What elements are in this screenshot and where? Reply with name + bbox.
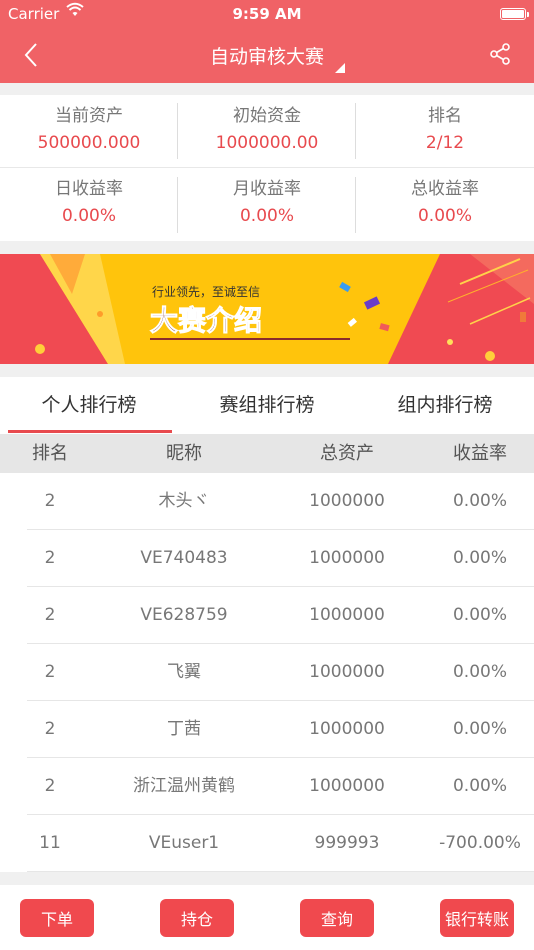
tab-in-group-ranking[interactable]: 组内排行榜 — [356, 377, 534, 434]
divider — [177, 103, 178, 159]
divider — [0, 167, 534, 168]
stat-label: 当前资产 — [55, 106, 123, 126]
stat-label: 排名 — [428, 106, 462, 126]
stat-monthly-return: 月收益率 0.00% — [178, 168, 356, 241]
divider — [355, 103, 356, 159]
cell-nickname: 浙江温州黄鹤 — [133, 776, 235, 796]
cell-nickname: VE740483 — [140, 548, 228, 568]
stat-label: 月收益率 — [233, 179, 301, 199]
cell-return: 0.00% — [452, 776, 507, 796]
banner-heading: 大赛介绍 — [150, 304, 262, 337]
cell-total-assets: 1000000 — [309, 491, 385, 511]
title-dropdown-caret-icon[interactable] — [335, 63, 345, 73]
table-row[interactable]: 2 木头ヾ 1000000 0.00% — [0, 473, 534, 530]
column-header-return: 收益率 — [453, 443, 507, 464]
cell-nickname: VEuser1 — [148, 833, 220, 853]
header: Carrier 9:59 AM 自动审核大赛 — [0, 0, 534, 83]
battery-icon — [500, 8, 529, 20]
banner-graphic: 行业领先，至诚至信 大赛介绍 — [0, 254, 534, 364]
table-row[interactable]: 2 丁茜 1000000 0.00% — [0, 701, 534, 758]
stat-current-assets: 当前资产 500000.000 — [0, 95, 178, 168]
table-row[interactable]: 2 VE628759 1000000 0.00% — [0, 587, 534, 644]
cell-total-assets: 1000000 — [309, 548, 385, 568]
table-row[interactable]: 11 VEuser1 999993 -700.00% — [0, 815, 534, 872]
active-tab-indicator — [8, 430, 172, 433]
cell-rank: 2 — [44, 662, 56, 682]
ranking-tabs: 个人排行榜 赛组排行榜 组内排行榜 — [0, 377, 534, 434]
stat-value: 500000.000 — [37, 133, 141, 153]
tab-group-ranking[interactable]: 赛组排行榜 — [178, 377, 356, 434]
share-icon[interactable] — [488, 42, 512, 66]
cell-rank: 2 — [44, 548, 56, 568]
cell-rank: 11 — [39, 833, 61, 853]
stat-value: 1000000.00 — [215, 133, 319, 153]
stat-value: 2/12 — [425, 133, 465, 153]
table-row[interactable]: 2 飞翼 1000000 0.00% — [0, 644, 534, 701]
stat-ranking: 排名 2/12 — [356, 95, 534, 168]
query-button[interactable]: 查询 — [300, 899, 374, 937]
cell-return: 0.00% — [452, 605, 507, 625]
ranking-table-body: 2 木头ヾ 1000000 0.00% 2 VE740483 1000000 0.00% 2 VE… — [0, 473, 534, 872]
cell-total-assets: 999993 — [314, 833, 380, 853]
bottom-action-bar: 下单 持仓 查询 银行转账 — [0, 885, 534, 950]
status-bar: Carrier 9:59 AM — [0, 0, 534, 28]
cell-rank: 2 — [44, 776, 56, 796]
stat-value: 0.00% — [417, 206, 472, 226]
stat-value: 0.00% — [61, 206, 116, 226]
cell-nickname: 木头ヾ — [158, 491, 210, 511]
stat-value: 0.00% — [239, 206, 294, 226]
cell-return: -700.00% — [439, 833, 521, 853]
account-stats-panel: 当前资产 500000.000 初始资金 1000000.00 排名 2/12 … — [0, 95, 534, 241]
status-time: 9:59 AM — [232, 5, 302, 23]
cell-nickname: VE628759 — [140, 605, 228, 625]
stat-daily-return: 日收益率 0.00% — [0, 168, 178, 241]
bank-transfer-button[interactable]: 银行转账 — [440, 899, 514, 937]
ranking-table-header: 排名 昵称 总资产 收益率 — [0, 434, 534, 473]
cell-rank: 2 — [44, 491, 56, 511]
column-header-nickname: 昵称 — [166, 443, 202, 464]
holdings-button[interactable]: 持仓 — [160, 899, 234, 937]
stat-label: 总收益率 — [411, 179, 479, 199]
divider — [177, 177, 178, 233]
cell-nickname: 飞翼 — [167, 662, 201, 682]
cell-rank: 2 — [44, 605, 56, 625]
stat-initial-funds: 初始资金 1000000.00 — [178, 95, 356, 168]
cell-total-assets: 1000000 — [309, 719, 385, 739]
divider — [355, 177, 356, 233]
table-row[interactable]: 2 浙江温州黄鹤 1000000 0.00% — [0, 758, 534, 815]
column-header-rank: 排名 — [32, 443, 68, 464]
contest-intro-banner[interactable]: 行业领先，至诚至信 大赛介绍 — [0, 254, 534, 364]
cell-return: 0.00% — [452, 719, 507, 739]
page-title[interactable]: 自动审核大赛 — [0, 42, 534, 69]
cell-return: 0.00% — [452, 491, 507, 511]
cell-nickname: 丁茜 — [167, 719, 201, 739]
stat-label: 初始资金 — [233, 106, 301, 126]
banner-tagline: 行业领先，至诚至信 — [152, 285, 260, 299]
table-row[interactable]: 2 VE740483 1000000 0.00% — [0, 530, 534, 587]
cell-return: 0.00% — [452, 548, 507, 568]
place-order-button[interactable]: 下单 — [20, 899, 94, 937]
cell-total-assets: 1000000 — [309, 776, 385, 796]
cell-rank: 2 — [44, 719, 56, 739]
nav-bar: 自动审核大赛 — [0, 28, 534, 83]
cell-total-assets: 1000000 — [309, 662, 385, 682]
stat-label: 日收益率 — [55, 179, 123, 199]
cell-total-assets: 1000000 — [309, 605, 385, 625]
stat-total-return: 总收益率 0.00% — [356, 168, 534, 241]
cell-return: 0.00% — [452, 662, 507, 682]
column-header-total-assets: 总资产 — [320, 443, 374, 464]
tab-personal-ranking[interactable]: 个人排行榜 — [0, 377, 178, 434]
